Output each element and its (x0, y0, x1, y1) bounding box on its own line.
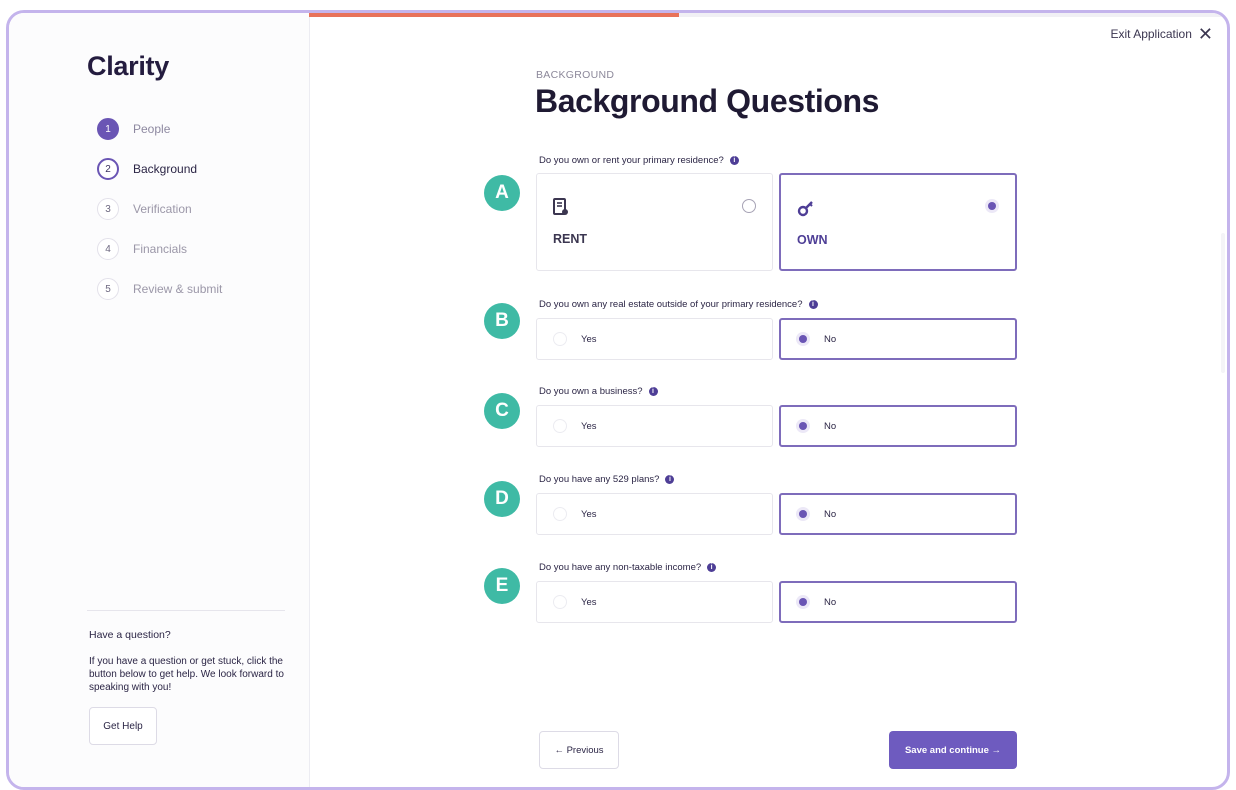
option-no[interactable]: No (779, 493, 1017, 535)
step-people[interactable]: 1 People (97, 109, 222, 149)
question-label: Do you own or rent your primary residenc… (539, 155, 739, 166)
key-icon (797, 201, 813, 217)
exit-application-link[interactable]: Exit Application ✕ (1110, 25, 1213, 43)
save-and-continue-button[interactable]: Save and continue → (889, 731, 1017, 769)
option-label: Yes (581, 334, 597, 345)
page-title: Background Questions (535, 83, 880, 119)
option-no[interactable]: No (779, 318, 1017, 360)
step-label: Review & submit (133, 282, 223, 296)
radio-no[interactable] (796, 595, 810, 609)
scrollbar[interactable] (1221, 233, 1225, 373)
progress-bar (309, 13, 1227, 17)
radio-yes[interactable] (553, 595, 567, 609)
sidebar: Clarity 1 People 2 Background 3 Verifica… (9, 13, 310, 787)
document-icon (553, 198, 568, 215)
question-badge: A (484, 175, 520, 211)
question-label: Do you own any real estate outside of yo… (539, 299, 818, 310)
option-label: Yes (581, 509, 597, 520)
radio-own[interactable] (985, 199, 999, 213)
option-label: Yes (581, 597, 597, 608)
option-yes[interactable]: Yes (536, 493, 773, 535)
radio-yes[interactable] (553, 507, 567, 521)
app-window: Clarity 1 People 2 Background 3 Verifica… (6, 10, 1230, 790)
step-label: People (133, 122, 171, 136)
option-label: OWN (797, 233, 828, 247)
radio-no[interactable] (796, 419, 810, 433)
option-label: RENT (553, 232, 588, 246)
radio-yes[interactable] (553, 419, 567, 433)
option-no[interactable]: No (779, 405, 1017, 447)
close-icon[interactable]: ✕ (1198, 25, 1213, 43)
step-list: 1 People 2 Background 3 Verification 4 F… (97, 109, 222, 309)
info-icon[interactable]: i (648, 387, 658, 396)
option-yes[interactable]: Yes (536, 405, 773, 447)
section-eyebrow: BACKGROUND (536, 69, 615, 81)
help-text: If you have a question or get stuck, cli… (89, 656, 284, 693)
progress-fill (309, 13, 679, 17)
option-label: Yes (581, 421, 597, 432)
option-no[interactable]: No (779, 581, 1017, 623)
step-review-submit[interactable]: 5 Review & submit (97, 269, 222, 309)
radio-yes[interactable] (553, 332, 567, 346)
brand-logo: Clarity (87, 51, 169, 81)
step-financials[interactable]: 4 Financials (97, 229, 222, 269)
radio-rent[interactable] (742, 199, 756, 213)
radio-no[interactable] (796, 332, 810, 346)
question-badge: C (484, 393, 520, 429)
help-title: Have a question? (89, 629, 171, 641)
step-number: 2 (97, 158, 119, 180)
option-yes[interactable]: Yes (536, 581, 773, 623)
get-help-button[interactable]: Get Help (89, 707, 157, 745)
step-verification[interactable]: 3 Verification (97, 189, 222, 229)
info-icon[interactable]: i (707, 563, 717, 572)
option-label: No (824, 421, 837, 432)
info-icon[interactable]: i (729, 156, 739, 165)
question-label: Do you own a business? i (539, 386, 658, 397)
step-number: 5 (97, 278, 119, 300)
option-label: No (824, 509, 837, 520)
exit-label: Exit Application (1110, 27, 1192, 41)
question-badge: D (484, 481, 520, 517)
sidebar-divider (87, 610, 285, 611)
question-badge: E (484, 568, 520, 604)
step-label: Background (133, 162, 198, 176)
step-background[interactable]: 2 Background (97, 149, 222, 189)
previous-button[interactable]: ← Previous (539, 731, 619, 769)
question-label: Do you have any 529 plans? i (539, 474, 675, 485)
option-label: No (824, 597, 837, 608)
option-yes[interactable]: Yes (536, 318, 773, 360)
question-label: Do you have any non-taxable income? i (539, 562, 717, 573)
step-number: 1 (97, 118, 119, 140)
step-number: 4 (97, 238, 119, 260)
option-rent[interactable]: RENT (536, 173, 773, 271)
option-own[interactable]: OWN (779, 173, 1017, 271)
question-badge: B (484, 303, 520, 339)
step-number: 3 (97, 198, 119, 220)
step-label: Verification (133, 202, 192, 216)
info-icon[interactable]: i (808, 300, 818, 309)
info-icon[interactable]: i (665, 475, 675, 484)
step-label: Financials (133, 242, 188, 256)
option-label: No (824, 334, 837, 345)
radio-no[interactable] (796, 507, 810, 521)
